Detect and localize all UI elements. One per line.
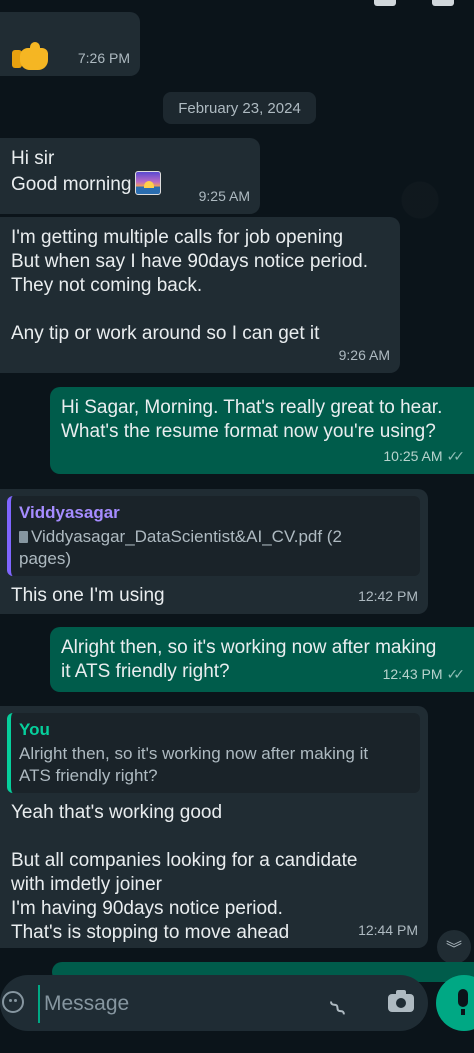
message-bubble-outgoing[interactable]: Hi Sagar, Morning. That's really great t… — [50, 387, 474, 474]
double-check-icon: ✓✓ — [446, 448, 466, 464]
message-text: Yeah that's working good — [11, 802, 223, 823]
message-composer: ⌇ — [0, 975, 428, 1031]
double-check-icon: ✓✓ — [446, 666, 466, 682]
video-call-icon[interactable] — [374, 0, 396, 6]
message-bubble-outgoing[interactable]: Alright then, so it's working now after … — [50, 627, 474, 692]
message-time: 12:43 PM ✓✓ — [383, 662, 466, 686]
message-time: 10:25 AM ✓✓ — [383, 444, 466, 468]
emoji-icon[interactable] — [2, 991, 24, 1013]
message-text: That's is stopping to move ahead — [11, 922, 290, 943]
message-text: Hi sir — [11, 148, 55, 169]
message-time: 12:44 PM — [358, 922, 418, 938]
message-bubble-incoming[interactable]: I'm getting multiple calls for job openi… — [0, 217, 400, 373]
composer-bar: ⌇ — [0, 975, 474, 1053]
message-text: They not coming back. — [11, 275, 203, 296]
message-time: 9:25 AM — [198, 188, 250, 204]
voice-call-icon[interactable] — [432, 0, 454, 6]
paperclip-icon[interactable]: ⌇ — [324, 983, 364, 1022]
header-icons — [374, 0, 454, 6]
message-time: 7:26 PM — [77, 50, 130, 66]
message-text: with imdetly joiner — [11, 874, 162, 895]
message-text: Alright then, so it's working now after … — [61, 637, 437, 658]
document-icon — [19, 531, 28, 543]
message-time: 9:26 AM — [338, 347, 390, 363]
message-bubble-incoming[interactable]: 7:26 PM — [0, 12, 140, 76]
quote-text: pages) — [19, 549, 71, 568]
message-text: Hi Sagar, Morning. That's really great t… — [61, 397, 443, 418]
quote-text: ATS friendly right? — [19, 766, 158, 785]
message-text: What's the resume format now you're usin… — [61, 421, 436, 442]
message-bubble-incoming[interactable]: Viddyasagar Viddyasagar_DataScientist&AI… — [0, 489, 428, 614]
quote-author: You — [19, 720, 50, 739]
mic-icon — [458, 989, 468, 1015]
message-text — [11, 825, 418, 849]
thumbs-up-emoji — [12, 42, 50, 72]
quoted-message[interactable]: You Alright then, so it's working now af… — [7, 713, 420, 793]
message-text: Any tip or work around so I can get it — [11, 323, 320, 344]
quoted-document[interactable]: Viddyasagar Viddyasagar_DataScientist&AI… — [7, 496, 420, 576]
sunrise-emoji — [135, 171, 162, 195]
message-text: But when say I have 90days notice period… — [11, 251, 369, 272]
quote-author: Viddyasagar — [19, 503, 120, 522]
message-bubble-incoming[interactable]: Hi sir Good morning 9:25 AM — [0, 138, 260, 214]
message-input[interactable] — [38, 985, 326, 1023]
date-divider: February 23, 2024 — [163, 92, 316, 124]
message-text: I'm having 90days notice period. — [11, 898, 283, 919]
double-chevron-down-icon: ︾ — [445, 941, 462, 958]
message-time: 12:42 PM — [358, 588, 418, 604]
camera-icon[interactable] — [388, 989, 414, 1012]
quote-text: Alright then, so it's working now after … — [19, 744, 369, 763]
message-bubble-incoming[interactable]: You Alright then, so it's working now af… — [0, 706, 428, 948]
message-text: But all companies looking for a candidat… — [11, 850, 358, 871]
message-text — [11, 298, 390, 322]
quote-text: Viddyasagar_DataScientist&AI_CV.pdf (2 — [19, 526, 412, 548]
scroll-to-bottom-button[interactable]: ︾ — [437, 930, 471, 964]
message-text: I'm getting multiple calls for job openi… — [11, 227, 344, 248]
message-text: This one I'm using — [11, 585, 165, 606]
voice-message-button[interactable] — [436, 975, 474, 1031]
